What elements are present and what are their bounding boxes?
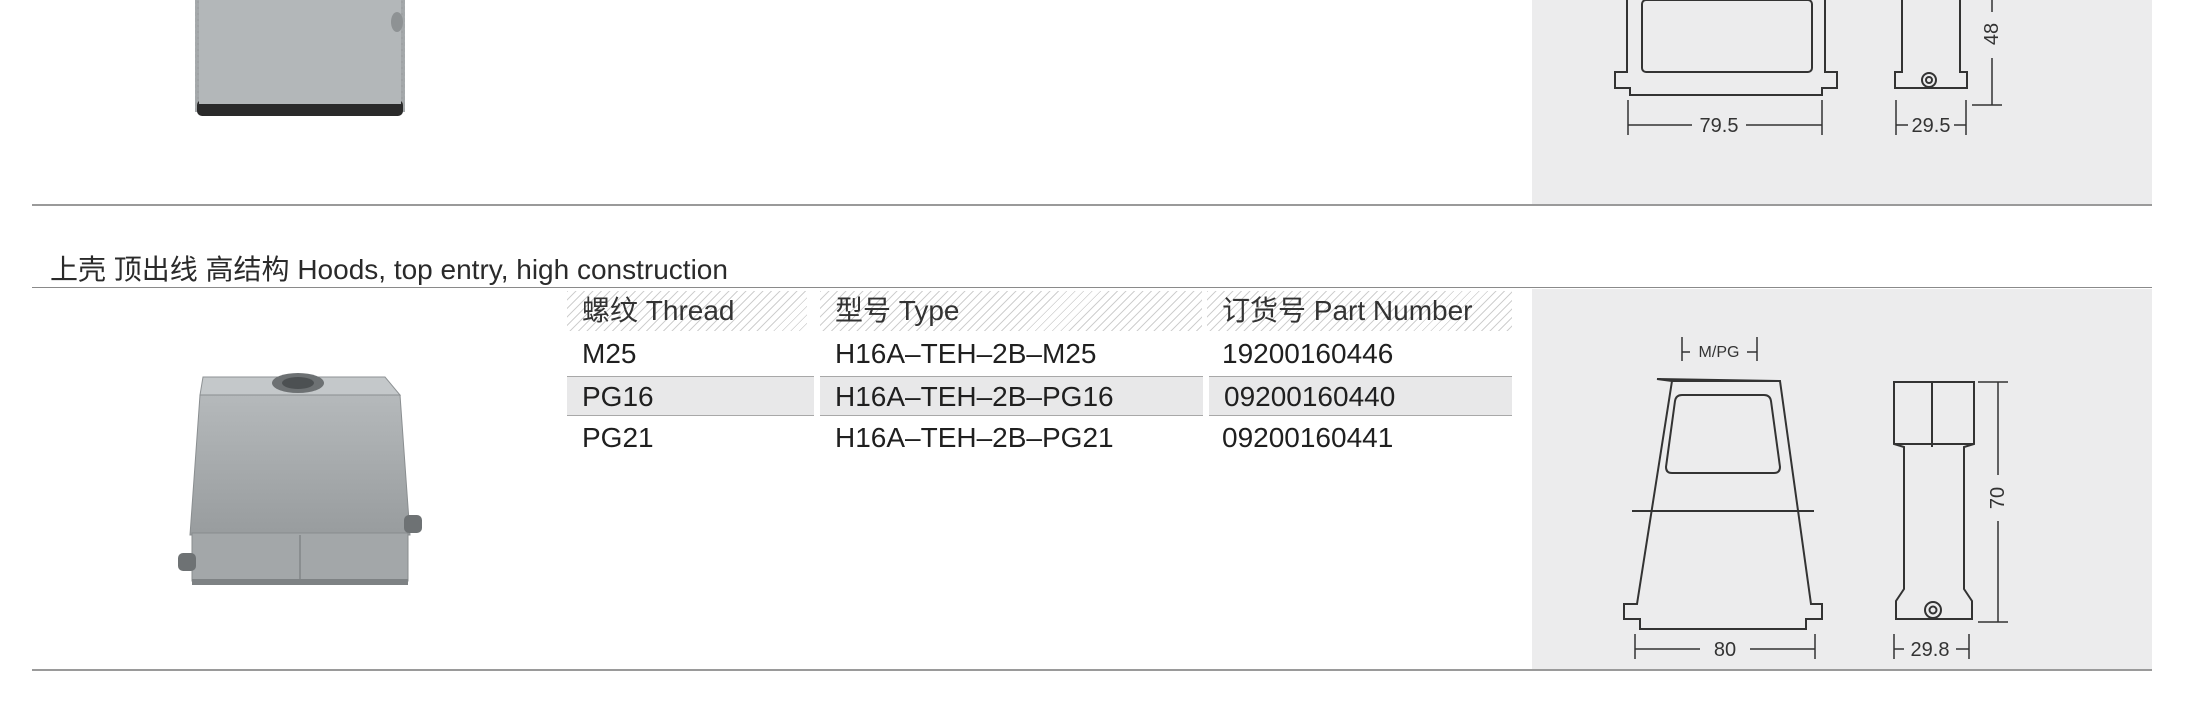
cell-type-row1: H16A–TEH–2B–M25 — [835, 338, 1097, 369]
header-type: 型号 Type — [820, 291, 1202, 331]
cell-part-number-row2: 09200160440 — [1209, 376, 1512, 416]
drawing-panel: M/PG 80 29.8 70 — [1532, 289, 2152, 670]
top-dim-height: 48 — [1981, 23, 2003, 45]
section-title-rule — [32, 287, 2152, 288]
section-title: 上壳 顶出线 高结构 Hoods, top entry, high constr… — [50, 254, 728, 285]
product-image-hood — [178, 373, 422, 585]
top-dim-width-front: 79.5 — [1700, 115, 1739, 137]
top-product-image — [195, 0, 405, 116]
cell-thread-row1: M25 — [582, 338, 637, 369]
top-dim-width-side: 29.5 — [1912, 115, 1951, 137]
top-drawing-panel: 79.5 29.5 48 — [1532, 0, 2152, 205]
header-thread: 螺纹 Thread — [567, 291, 807, 331]
section-divider-top — [32, 204, 2152, 206]
dim-height: 70 — [1987, 487, 2009, 509]
dim-width-side: 29.8 — [1911, 639, 1950, 661]
cell-type-row2: H16A–TEH–2B–PG16 — [820, 376, 1203, 416]
technical-drawing: M/PG 80 29.8 70 — [1623, 337, 2009, 661]
dim-width-front: 80 — [1714, 639, 1736, 661]
header-part-number: 订货号 Part Number — [1207, 291, 1512, 331]
dim-entry: M/PG — [1699, 344, 1740, 361]
section-divider-bottom — [32, 669, 2152, 671]
cell-thread-row3: PG21 — [582, 422, 654, 453]
cell-thread-row2: PG16 — [567, 376, 814, 416]
cell-part-number-row1: 19200160446 — [1222, 338, 1394, 369]
cell-part-number-row3: 09200160441 — [1222, 422, 1394, 453]
top-technical-drawing: 79.5 29.5 48 — [1614, 0, 2003, 137]
cell-type-row3: H16A–TEH–2B–PG21 — [835, 422, 1114, 453]
